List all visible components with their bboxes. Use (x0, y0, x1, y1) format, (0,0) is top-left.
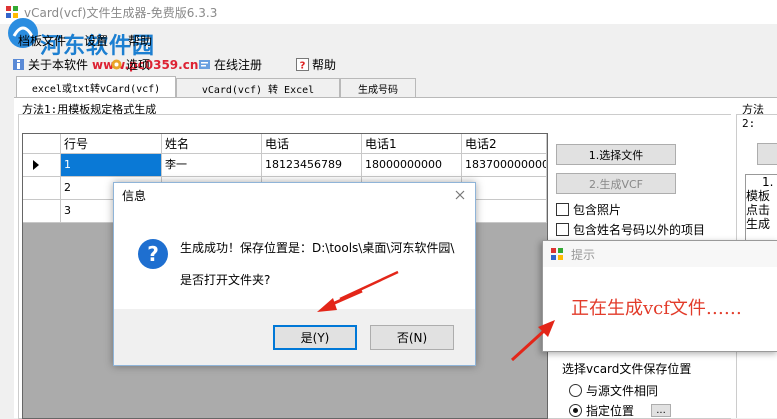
annotation-overlay (317, 270, 555, 362)
arrow-icon (317, 270, 399, 312)
arrow-icon (510, 320, 555, 362)
